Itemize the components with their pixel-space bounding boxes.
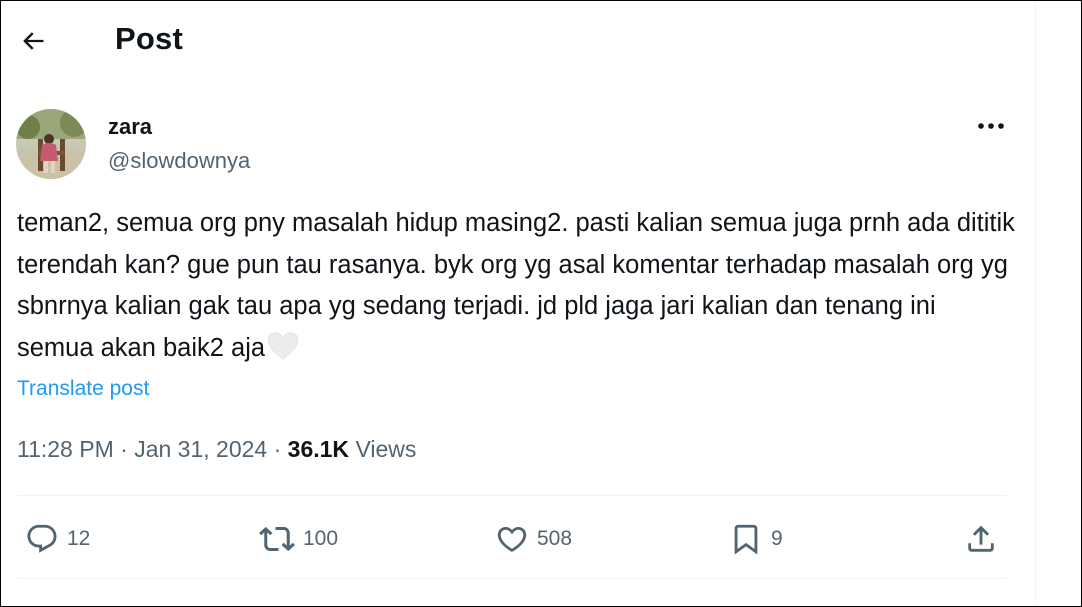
views-count[interactable]: 36.1K: [288, 436, 349, 462]
page-title: Post: [115, 21, 183, 56]
tweet-text-body: teman2, semua org pny masalah hidup masi…: [17, 209, 1015, 362]
reply-count: 12: [67, 527, 91, 550]
bookmark-button[interactable]: 9: [729, 521, 783, 557]
share-icon: [968, 525, 994, 552]
display-name[interactable]: zara: [108, 114, 152, 140]
post-meta: 11:28 PM · Jan 31, 2024 · 36.1K Views: [17, 436, 416, 463]
meta-separator: ·: [273, 436, 282, 462]
header: Post: [1, 1, 1035, 79]
translate-post-link[interactable]: Translate post: [17, 377, 149, 401]
views-label: Views: [355, 436, 417, 462]
post-time[interactable]: 11:28 PM: [17, 436, 114, 462]
post-date[interactable]: Jan 31, 2024: [134, 436, 267, 462]
bookmark-count: 9: [771, 527, 783, 550]
action-bar: 12 100 508 9: [1, 497, 1035, 579]
bookmark-icon: [734, 524, 758, 555]
heart-icon: [497, 526, 527, 552]
back-button[interactable]: [15, 23, 51, 59]
repost-button[interactable]: 100: [259, 521, 338, 557]
like-count: 508: [537, 527, 573, 550]
reply-button[interactable]: 12: [25, 521, 90, 557]
user-handle[interactable]: @slowdownya: [108, 148, 250, 174]
arrow-left-icon: [23, 32, 44, 50]
divider: [17, 495, 1007, 496]
meta-separator: ·: [120, 436, 128, 462]
more-options-button[interactable]: [971, 111, 1011, 141]
reply-icon: [27, 524, 57, 553]
divider: [17, 578, 1007, 579]
avatar[interactable]: [16, 109, 86, 179]
post-column: Post zara @slowdownya teman2, semua org …: [1, 1, 1036, 606]
like-button[interactable]: 508: [495, 521, 572, 557]
avatar-photo: [16, 109, 86, 179]
white-heart-emoji: [266, 331, 300, 375]
repost-count: 100: [303, 527, 339, 550]
share-button[interactable]: [964, 521, 998, 557]
repost-icon: [259, 526, 295, 552]
tweet-text: teman2, semua org pny masalah hidup masi…: [17, 203, 1017, 374]
more-horizontal-icon: [978, 123, 1004, 129]
